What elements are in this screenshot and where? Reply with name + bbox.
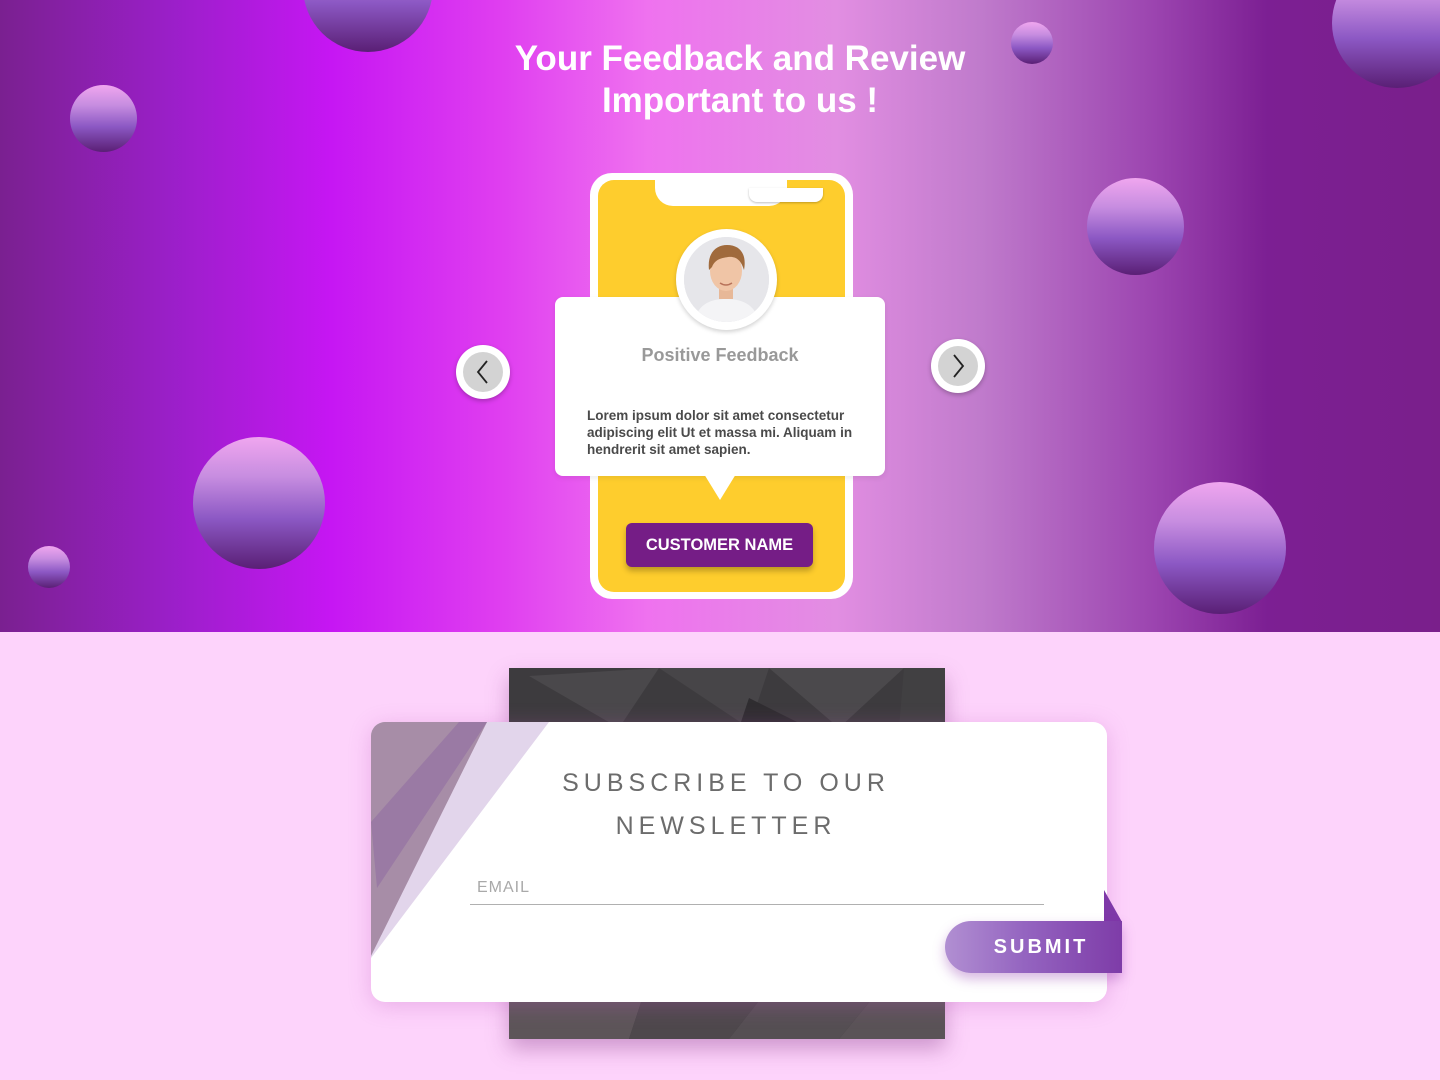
decorative-orb [193,437,325,569]
phone-notch [655,180,823,206]
carousel-next-button[interactable] [931,339,985,393]
customer-name-button[interactable]: CUSTOMER NAME [626,523,813,567]
customer-avatar [676,229,777,330]
newsletter-title: SUBSCRIBE TO OUR NEWSLETTER [526,762,926,848]
decorative-orb [28,546,70,588]
page-title-line-1: Your Feedback and Review [514,39,966,78]
person-avatar-icon [684,237,769,322]
email-input[interactable] [470,872,1044,905]
page-title: Your Feedback and Review Important to us… [420,38,1060,122]
decorative-orb [303,0,433,52]
decorative-orb [70,85,137,152]
testimonial-heading: Positive Feedback [641,345,799,365]
speech-bubble-tail [704,474,736,500]
submit-button[interactable]: SUBMIT [945,921,1122,973]
chevron-right-icon [953,354,965,378]
card-corner-decoration [371,722,549,958]
phone-speaker [749,188,823,202]
decorative-orb [1087,178,1184,275]
feedback-hero-section: Your Feedback and Review Important to us… [0,0,1440,632]
chevron-left-icon [476,360,488,384]
carousel-prev-button[interactable] [456,345,510,399]
testimonial-text: Lorem ipsum dolor sit amet consectetur a… [587,408,853,457]
submit-ribbon-fold [1104,890,1122,922]
decorative-orb [1154,482,1286,614]
page-title-line-2: Important to us ! [601,81,879,120]
newsletter-title-line-2: NEWSLETTER [615,812,837,840]
decorative-orb [1332,0,1440,88]
newsletter-title-line-1: SUBSCRIBE TO OUR [562,769,890,797]
